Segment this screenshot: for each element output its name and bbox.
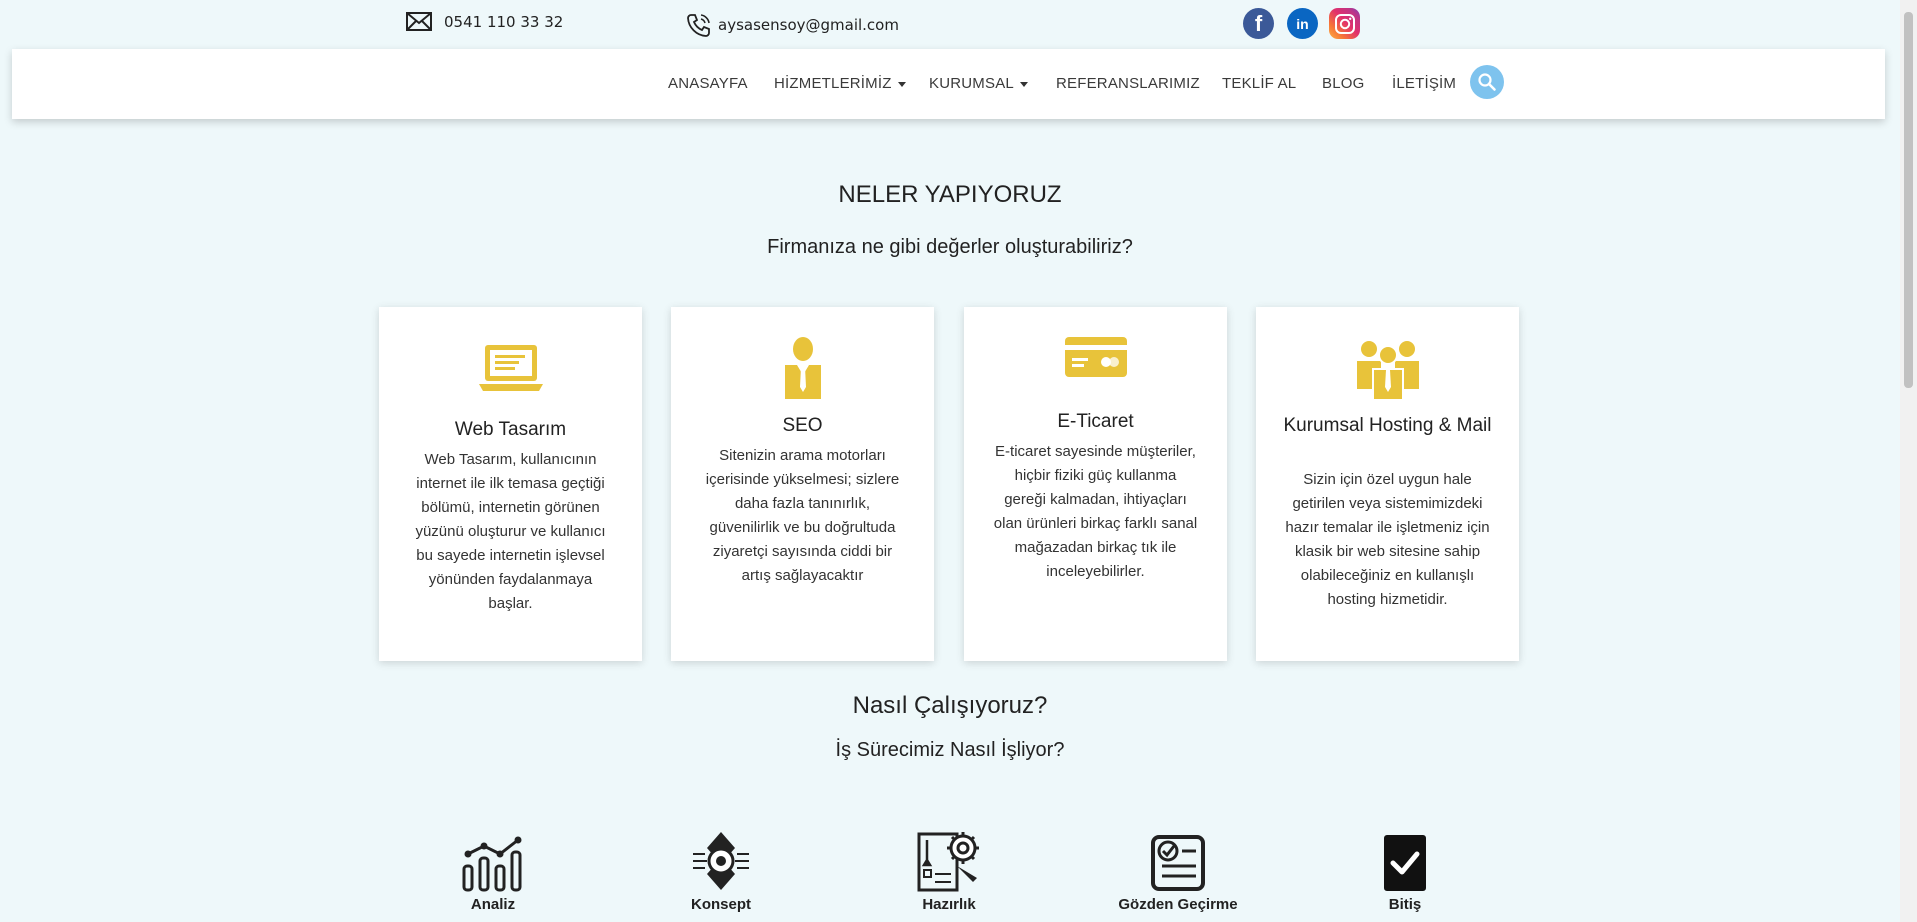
instagram-icon[interactable] xyxy=(1329,8,1360,39)
phone-icon xyxy=(687,14,710,37)
envelope-icon xyxy=(406,12,432,31)
service-card-text: E-ticaret sayesinde müşteriler, hiçbir f… xyxy=(993,443,1198,580)
linkedin-letter: in xyxy=(1296,15,1309,32)
nav-kurumsal[interactable]: KURUMSAL xyxy=(929,75,1028,92)
chart-icon xyxy=(413,830,573,892)
process-step-gozden-gecirme: Gözden Geçirme xyxy=(1098,830,1258,913)
chevron-down-icon xyxy=(897,81,906,87)
nav-teklif-al[interactable]: TEKLİF AL xyxy=(1222,75,1296,92)
phone-contact[interactable]: 0541 110 33 32 xyxy=(406,12,563,31)
service-card-eticaret[interactable]: E-Ticaret E-ticaret sayesinde müşteriler… xyxy=(964,307,1227,661)
search-button[interactable] xyxy=(1470,65,1504,99)
scrollbar-thumb[interactable] xyxy=(1904,12,1913,388)
linkedin-icon[interactable]: in xyxy=(1287,8,1318,39)
service-card-text: Sitenizin arama motorları içerisinde yük… xyxy=(705,447,900,584)
phone-number: 0541 110 33 32 xyxy=(444,12,564,31)
service-card-text: Sizin için özel uygun hale getirilen vey… xyxy=(1285,471,1490,608)
process-step-konsept: Konsept xyxy=(641,830,801,913)
page-scrollbar[interactable] xyxy=(1900,0,1917,922)
nav-iletisim[interactable]: İLETİŞİM xyxy=(1392,75,1456,92)
email-address: aysasensoy@gmail.com xyxy=(718,16,899,34)
nav-referanslarimiz[interactable]: REFERANSLARIMIZ xyxy=(1056,75,1200,92)
service-card-web[interactable]: Web Tasarım Web Tasarım, kullanıcının in… xyxy=(379,307,642,661)
service-card-title: E-Ticaret xyxy=(1057,411,1134,432)
instagram-glyph xyxy=(1334,13,1355,34)
nav-kurumsal-label: KURUMSAL xyxy=(929,75,1014,92)
facebook-icon[interactable]: f xyxy=(1243,8,1274,39)
process-step-label: Hazırlık xyxy=(922,896,976,913)
credit-card-icon xyxy=(964,336,1227,378)
process-step-label: Konsept xyxy=(691,896,751,913)
checkmark-icon xyxy=(1325,830,1485,892)
process-subtitle: İş Sürecimiz Nasıl İşliyor? xyxy=(835,739,1065,761)
services-title: NELER YAPIYORUZ xyxy=(838,181,1062,208)
email-contact[interactable]: aysasensoy@gmail.com xyxy=(686,12,899,38)
process-step-label: Analiz xyxy=(470,896,516,913)
service-card-title: Web Tasarım xyxy=(454,419,567,440)
service-card-title: SEO xyxy=(782,415,823,436)
team-icon xyxy=(1256,337,1519,401)
services-subtitle: Firmanıza ne gibi değerler oluşturabilir… xyxy=(767,236,1133,258)
process-step-bitis: Bitiş xyxy=(1325,830,1485,913)
process-title: Nasıl Çalışıyoruz? xyxy=(852,692,1048,719)
process-step-hazirlik: Hazırlık xyxy=(869,830,1029,913)
main-navbar: ANASAYFA HİZMETLERİMİZ KURUMSAL REFERANS… xyxy=(12,49,1885,119)
laptop-icon xyxy=(379,343,642,395)
nav-hizmetlerimiz-label: HİZMETLERİMİZ xyxy=(774,75,892,92)
facebook-letter: f xyxy=(1254,10,1263,36)
process-step-label: Gözden Geçirme xyxy=(1118,896,1238,913)
chevron-down-icon xyxy=(1019,81,1028,87)
nav-blog[interactable]: BLOG xyxy=(1322,75,1364,92)
process-step-analiz: Analiz xyxy=(413,830,573,913)
review-icon xyxy=(1098,830,1258,892)
search-icon xyxy=(1478,73,1496,91)
service-card-seo[interactable]: SEO Sitenizin arama motorları içerisinde… xyxy=(671,307,934,661)
businessman-icon xyxy=(671,337,934,401)
service-card-hosting[interactable]: Kurumsal Hosting & Mail Sizin için özel … xyxy=(1256,307,1519,661)
process-step-label: Bitiş xyxy=(1388,896,1422,913)
service-card-title: Kurumsal Hosting & Mail xyxy=(1283,415,1492,436)
contact-bar: 0541 110 33 32 aysasensoy@gmail.com f in xyxy=(0,0,1900,48)
preparation-icon xyxy=(869,830,1029,892)
concept-icon xyxy=(641,830,801,892)
nav-hizmetlerimiz[interactable]: HİZMETLERİMİZ xyxy=(774,75,906,92)
nav-anasayfa[interactable]: ANASAYFA xyxy=(668,75,748,92)
service-card-text: Web Tasarım, kullanıcının internet ile i… xyxy=(415,451,606,612)
